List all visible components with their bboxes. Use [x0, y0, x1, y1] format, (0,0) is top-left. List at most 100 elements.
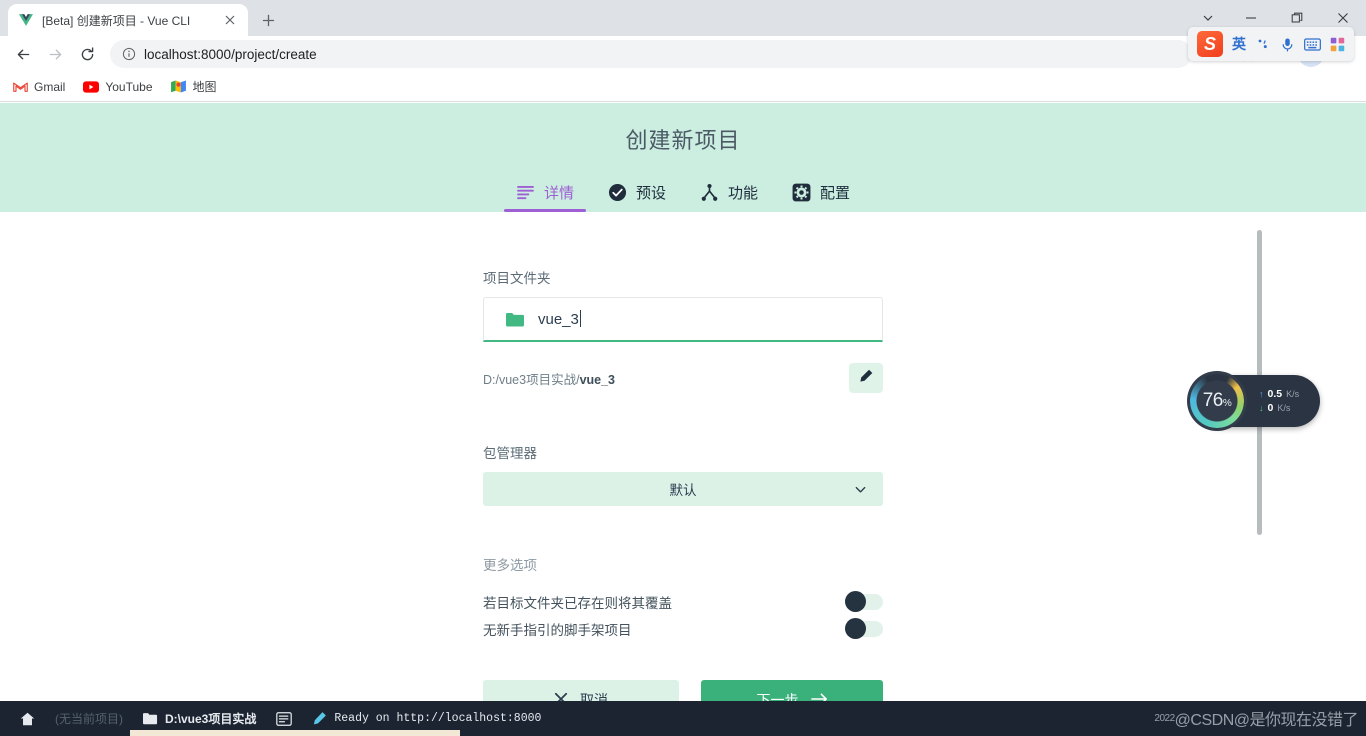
overwrite-toggle[interactable]	[845, 590, 883, 612]
tray-overlay-strip	[130, 730, 460, 736]
youtube-icon	[83, 79, 100, 95]
address-bar[interactable]: localhost:8000/project/create	[110, 40, 1192, 68]
maps-icon	[171, 79, 187, 95]
next-label: 下一步	[756, 692, 799, 701]
tab-label: 功能	[728, 185, 759, 202]
keyboard-icon[interactable]	[1304, 37, 1321, 51]
browser-toolbar: localhost:8000/project/create	[0, 36, 1366, 72]
terminal-icon	[276, 711, 293, 726]
bookmark-youtube[interactable]: YouTube	[83, 79, 153, 95]
download-value: 0	[1267, 402, 1274, 414]
tab-features[interactable]: 功能	[700, 182, 758, 212]
upload-speed-row: ↑ 0.5 K/s	[1259, 388, 1299, 400]
watermark-text: @CSDN@是你现在没错了	[1174, 712, 1359, 729]
punctuation-icon[interactable]	[1255, 36, 1271, 52]
edit-path-button[interactable]	[849, 363, 883, 393]
site-info-icon[interactable]	[122, 47, 136, 61]
arrow-down-icon: ↓	[1259, 403, 1264, 413]
project-folder-input[interactable]: vue_3	[483, 297, 883, 342]
watermark-year: 2022	[1154, 713, 1175, 724]
option-skip-guide-row: 无新手指引的脚手架项目	[483, 615, 883, 642]
tab-label: 详情	[543, 185, 574, 202]
gmail-icon	[12, 79, 28, 95]
tab-presets[interactable]: 预设	[608, 182, 666, 212]
tab-label: 预设	[635, 185, 666, 202]
package-manager-label: 包管理器	[483, 446, 537, 461]
bookmark-maps[interactable]: 地图	[171, 78, 217, 95]
create-project-form: 项目文件夹 vue_3 D:/vue3项目实战/vue_3 包管理器 默认 更多…	[483, 267, 883, 701]
next-button[interactable]: 下一步	[701, 680, 883, 701]
path-name: vue_3	[579, 372, 616, 387]
resolved-path-row: D:/vue3项目实战/vue_3	[483, 362, 883, 394]
bookmark-gmail[interactable]: Gmail	[12, 79, 65, 95]
cancel-button[interactable]: 取消	[483, 680, 679, 701]
page-header: 创建新项目 详情 预设 功能 配置	[0, 103, 1366, 212]
dev-server-status: Ready on http://localhost:8000	[334, 712, 542, 725]
gear-icon	[792, 183, 811, 202]
project-path-label: D:\vue3项目实战	[165, 712, 257, 726]
tab-strip: [Beta] 创建新项目 - Vue CLI	[0, 0, 1366, 36]
back-icon[interactable]	[8, 39, 38, 69]
folder-icon	[143, 712, 158, 725]
list-icon	[516, 183, 535, 202]
upload-value: 0.5	[1267, 388, 1283, 400]
package-manager-select[interactable]: 默认	[483, 472, 883, 506]
toggle-knob	[845, 617, 866, 639]
tab-title: [Beta] 创建新项目 - Vue CLI	[42, 13, 191, 28]
form-area: 项目文件夹 vue_3 D:/vue3项目实战/vue_3 包管理器 默认 更多…	[0, 212, 1366, 701]
system-monitor-widget[interactable]: 76% ↑ 0.5 K/s ↓ 0 K/s	[1187, 371, 1320, 431]
skip-guide-toggle[interactable]	[845, 617, 883, 639]
browser-window: [Beta] 创建新项目 - Vue CLI localhost:8000/pr…	[0, 0, 1366, 736]
download-speed-row: ↓ 0 K/s	[1259, 402, 1299, 414]
check-circle-icon	[608, 183, 627, 202]
tab-details[interactable]: 详情	[503, 182, 587, 212]
reload-icon[interactable]	[72, 39, 102, 69]
network-speeds: ↑ 0.5 K/s ↓ 0 K/s	[1259, 388, 1299, 414]
microphone-icon[interactable]	[1280, 37, 1295, 52]
browser-tab[interactable]: [Beta] 创建新项目 - Vue CLI	[8, 4, 248, 36]
cancel-label: 取消	[580, 692, 608, 701]
resolved-path: D:/vue3项目实战/vue_3	[483, 369, 615, 388]
form-actions: 取消 下一步	[483, 680, 883, 701]
taskbar-home[interactable]	[10, 701, 45, 736]
page-viewport: 创建新项目 详情 预设 功能 配置 项目文件夹 vue_3 D:/vue3项目实…	[0, 103, 1366, 701]
option-overwrite-row: 若目标文件夹已存在则将其覆盖	[483, 588, 883, 615]
ime-language-mode[interactable]: 英	[1232, 34, 1246, 54]
upload-unit: K/s	[1286, 389, 1300, 399]
arrow-up-icon: ↑	[1259, 389, 1264, 399]
no-project-label: (无当前项目)	[55, 712, 123, 726]
home-icon	[20, 712, 35, 726]
gauge-value: 76%	[1202, 390, 1232, 411]
apps-grid-icon[interactable]	[1330, 37, 1345, 52]
url-text: localhost:8000/project/create	[144, 46, 317, 62]
arrow-right-icon	[810, 692, 828, 701]
taskbar-current-project: (无当前项目)	[45, 701, 133, 736]
bookmark-label: Gmail	[34, 79, 66, 94]
more-options-label: 更多选项	[483, 558, 537, 573]
bookmark-label: YouTube	[105, 79, 153, 94]
option-label: 无新手指引的脚手架项目	[483, 622, 632, 638]
csdn-watermark: 2022@CSDN@是你现在没错了	[1154, 706, 1358, 730]
forward-icon[interactable]	[40, 39, 70, 69]
sogou-logo-icon[interactable]: S	[1197, 31, 1223, 57]
taskbar: (无当前项目) D:\vue3项目实战 Ready on http://loca…	[0, 701, 1366, 736]
tab-configuration[interactable]: 配置	[792, 182, 850, 212]
option-label: 若目标文件夹已存在则将其覆盖	[483, 595, 672, 611]
folder-field-label: 项目文件夹	[483, 271, 551, 286]
toggle-knob	[845, 590, 866, 612]
path-prefix: D:/vue3项目实战/	[483, 372, 580, 387]
close-icon[interactable]	[222, 12, 238, 28]
vue-logo-icon	[18, 12, 34, 28]
bookmark-label: 地图	[192, 80, 217, 94]
bookmarks-bar: Gmail YouTube 地图	[0, 72, 1366, 102]
download-unit: K/s	[1277, 403, 1291, 413]
new-tab-button[interactable]	[254, 6, 282, 34]
package-manager-block: 包管理器 默认	[483, 442, 883, 506]
folder-icon	[506, 312, 524, 327]
page-title: 创建新项目	[625, 128, 741, 153]
ime-toolbar: S 英	[1188, 27, 1354, 61]
pencil-icon	[312, 711, 327, 726]
wizard-tabs: 详情 预设 功能 配置	[503, 173, 850, 212]
close-icon	[554, 692, 568, 701]
branch-icon	[700, 183, 719, 202]
